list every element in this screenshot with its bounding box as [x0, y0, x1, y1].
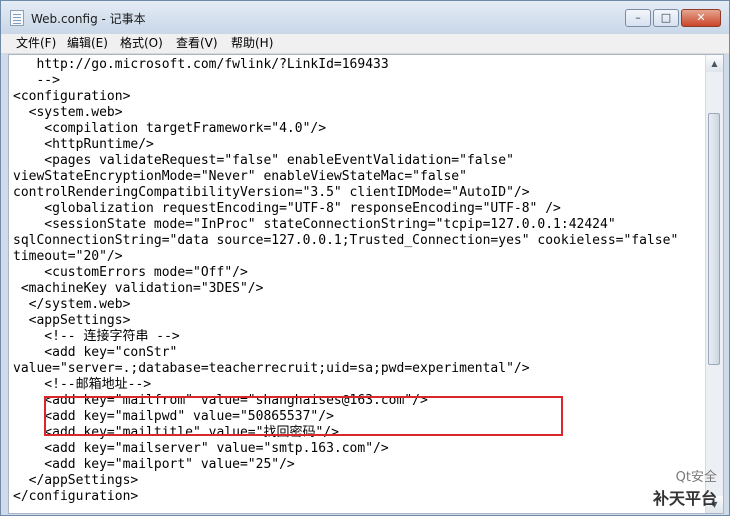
scroll-up-arrow-icon[interactable]: ▲	[706, 55, 723, 72]
text-line: timeout="20"/>	[13, 249, 123, 264]
text-line: <sessionState mode="InProc" stateConnect…	[13, 217, 616, 232]
notepad-icon	[10, 10, 24, 26]
text-line: </configuration>	[13, 489, 139, 504]
maximize-button[interactable]: □	[653, 9, 679, 27]
text-line: <system.web>	[13, 105, 123, 120]
minimize-button[interactable]: –	[625, 9, 651, 27]
caption-buttons: – □ ✕	[623, 9, 721, 27]
text-line: <pages validateRequest="false" enableEve…	[13, 153, 514, 168]
menu-help[interactable]: 帮助(H)	[231, 35, 273, 52]
editor-content[interactable]: http://go.microsoft.com/fwlink/?LinkId=1…	[13, 57, 678, 505]
text-line: <compilation targetFramework="4.0"/>	[13, 121, 327, 136]
scroll-thumb[interactable]	[708, 113, 720, 365]
text-line: <machineKey validation="3DES"/>	[13, 281, 264, 296]
text-line: <configuration>	[13, 89, 131, 104]
text-line: <!-- 连接字符串 -->	[13, 329, 180, 344]
text-line: http://go.microsoft.com/fwlink/?LinkId=1…	[13, 57, 389, 72]
close-icon: ✕	[696, 11, 706, 24]
text-line: <httpRuntime/>	[13, 137, 154, 152]
watermark-line2: 补天平台	[652, 489, 717, 508]
text-line: <appSettings>	[13, 313, 131, 328]
connection-string-highlight	[44, 396, 563, 436]
text-line: </system.web>	[13, 297, 131, 312]
watermark-line1: Qt安全	[675, 470, 717, 485]
text-line: </appSettings>	[13, 473, 139, 488]
text-editor[interactable]: http://go.microsoft.com/fwlink/?LinkId=1…	[8, 54, 724, 514]
text-line: <add key="mailserver" value="smtp.163.co…	[13, 441, 389, 456]
text-line: value="server=.;database=teacherrecruit;…	[13, 361, 530, 376]
watermark: Qt安全 补天平台	[653, 466, 717, 509]
text-line: controlRenderingCompatibilityVersion="3.…	[13, 185, 530, 200]
minimize-icon: –	[635, 11, 641, 24]
maximize-icon: □	[660, 11, 672, 24]
text-line: <globalization requestEncoding="UTF-8" r…	[13, 201, 561, 216]
window-title: Web.config - 记事本	[31, 12, 146, 26]
vertical-scrollbar[interactable]: ▲ ▼	[705, 55, 723, 513]
text-line: -->	[13, 73, 60, 88]
text-line: <!--邮箱地址-->	[13, 377, 152, 392]
close-button[interactable]: ✕	[681, 9, 721, 27]
menu-view[interactable]: 查看(V)	[176, 35, 218, 52]
menu-format[interactable]: 格式(O)	[120, 35, 163, 52]
notepad-window: Web.config - 记事本 – □ ✕ 文件(F) 编辑(E) 格式(O)…	[0, 0, 730, 516]
text-line: <add key="conStr"	[13, 345, 178, 360]
text-line: <customErrors mode="Off"/>	[13, 265, 248, 280]
title-bar[interactable]: Web.config - 记事本 – □ ✕	[1, 1, 729, 34]
text-line: viewStateEncryptionMode="Never" enableVi…	[13, 169, 467, 184]
menu-bar: 文件(F) 编辑(E) 格式(O) 查看(V) 帮助(H)	[1, 34, 729, 54]
text-line: sqlConnectionString="data source=127.0.0…	[13, 233, 679, 248]
menu-file[interactable]: 文件(F)	[16, 35, 56, 52]
text-line: <add key="mailport" value="25"/>	[13, 457, 295, 472]
menu-edit[interactable]: 编辑(E)	[67, 35, 108, 52]
